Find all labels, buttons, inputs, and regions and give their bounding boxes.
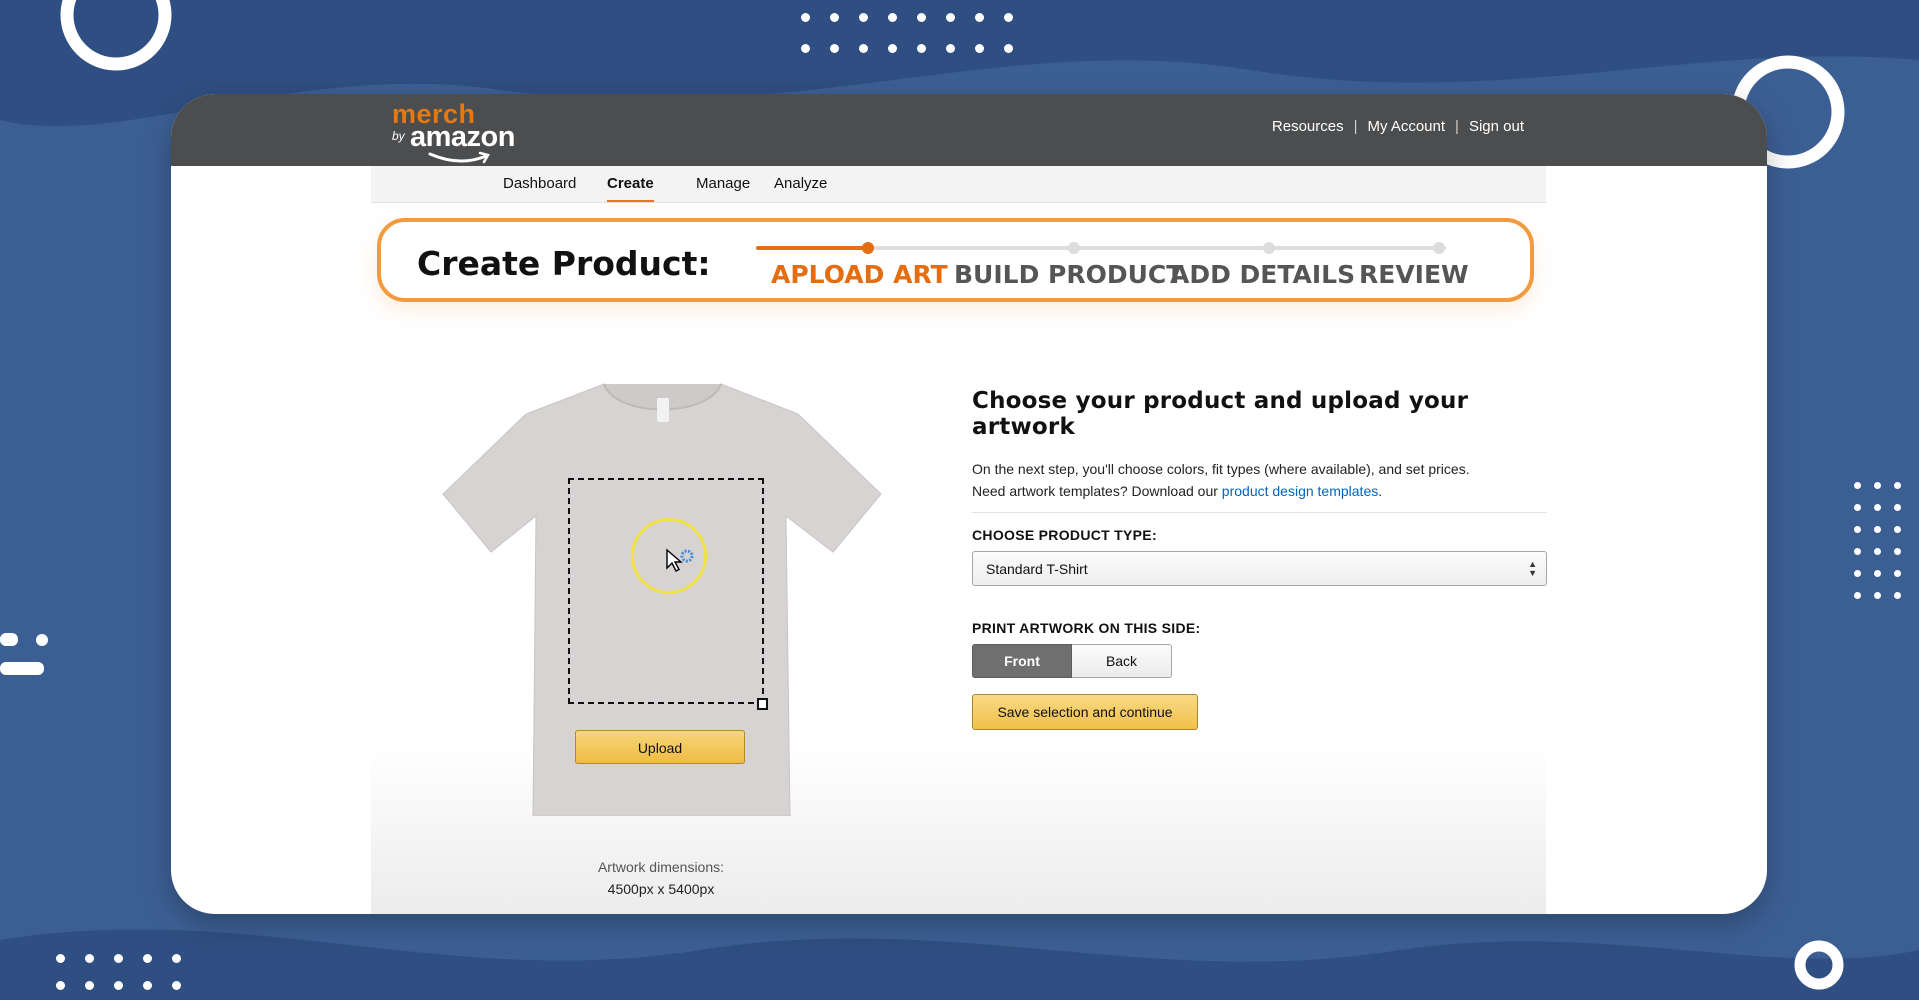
top-bar: merch by amazon Resources | My Account |… [171,94,1767,166]
select-arrows-icon: ▲ ▼ [1528,559,1537,578]
tab-create[interactable]: Create [607,166,654,202]
step-node-2 [1068,242,1080,254]
resize-handle-icon[interactable] [757,698,768,710]
step-add-details[interactable]: ADD DETAILS [1170,260,1355,289]
artwork-dimensions-label: Artwork dimensions: [597,859,725,875]
save-continue-button[interactable]: Save selection and continue [972,694,1198,730]
account-links: Resources | My Account | Sign out [1272,118,1524,135]
panel-description-line2: Need artwork templates? Download our pro… [972,480,1547,502]
step-build-product[interactable]: BUILD PRODUCT [954,260,1183,289]
panel-heading: Choose your product and upload your artw… [972,388,1469,440]
templates-prefix: Need artwork templates? Download our [972,483,1222,499]
panel-description: On the next step, you'll choose colors, … [972,458,1547,502]
main-nav: Dashboard Create Manage Analyze [371,166,1546,203]
product-setup-panel: Choose your product and upload your artw… [972,388,1547,730]
tab-dashboard[interactable]: Dashboard [503,166,576,202]
back-option[interactable]: Back [1072,644,1172,678]
product-type-select[interactable]: Standard T-Shirt ▲ ▼ [972,551,1547,586]
panel-description-line1: On the next step, you'll choose colors, … [972,461,1470,477]
cursor-icon [666,548,694,572]
tab-analyze[interactable]: Analyze [774,166,827,202]
my-account-link[interactable]: My Account [1368,118,1446,135]
step-upload-art[interactable]: APLOAD ART [771,260,948,289]
sign-out-link[interactable]: Sign out [1469,118,1524,135]
stepper-title: Create Product: [417,244,711,283]
logo-by-text: by [392,129,405,143]
product-type-value: Standard T-Shirt [986,561,1088,577]
dot-grid-top [801,13,1013,53]
print-side-toggle: Front Back [972,644,1172,678]
front-option[interactable]: Front [972,644,1072,678]
divider [972,512,1547,513]
step-node-4 [1433,242,1445,254]
link-separator: | [1353,118,1358,135]
product-design-templates-link[interactable]: product design templates [1222,483,1378,499]
step-node-3 [1263,242,1275,254]
artwork-dimensions-value: 4500px x 5400px [607,881,715,897]
app-window: merch by amazon Resources | My Account |… [171,94,1767,914]
product-type-label: CHOOSE PRODUCT TYPE: [972,527,1157,543]
progress-track [756,242,1446,254]
print-side-label: PRINT ARTWORK ON THIS SIDE: [972,620,1201,636]
templates-suffix: . [1378,483,1383,499]
amazon-smile-icon [428,151,490,164]
dot-grid-right [1854,482,1901,599]
merch-by-amazon-logo[interactable]: merch by amazon [392,99,515,164]
artwork-dimensions: Artwork dimensions: 4500px x 5400px [526,856,796,900]
step-review[interactable]: REVIEW [1359,260,1469,289]
link-separator: | [1455,118,1459,135]
progress-fill [756,246,868,250]
create-product-stepper: Create Product: APLOAD ART BUILD PRODUCT… [377,218,1534,302]
upload-button[interactable]: Upload [575,730,745,764]
dot-grid-bottom-left [56,954,181,990]
resources-link[interactable]: Resources [1272,118,1344,135]
logo-amazon-text: amazon [410,121,515,153]
tab-manage[interactable]: Manage [696,166,750,202]
step-node-1 [862,242,874,254]
